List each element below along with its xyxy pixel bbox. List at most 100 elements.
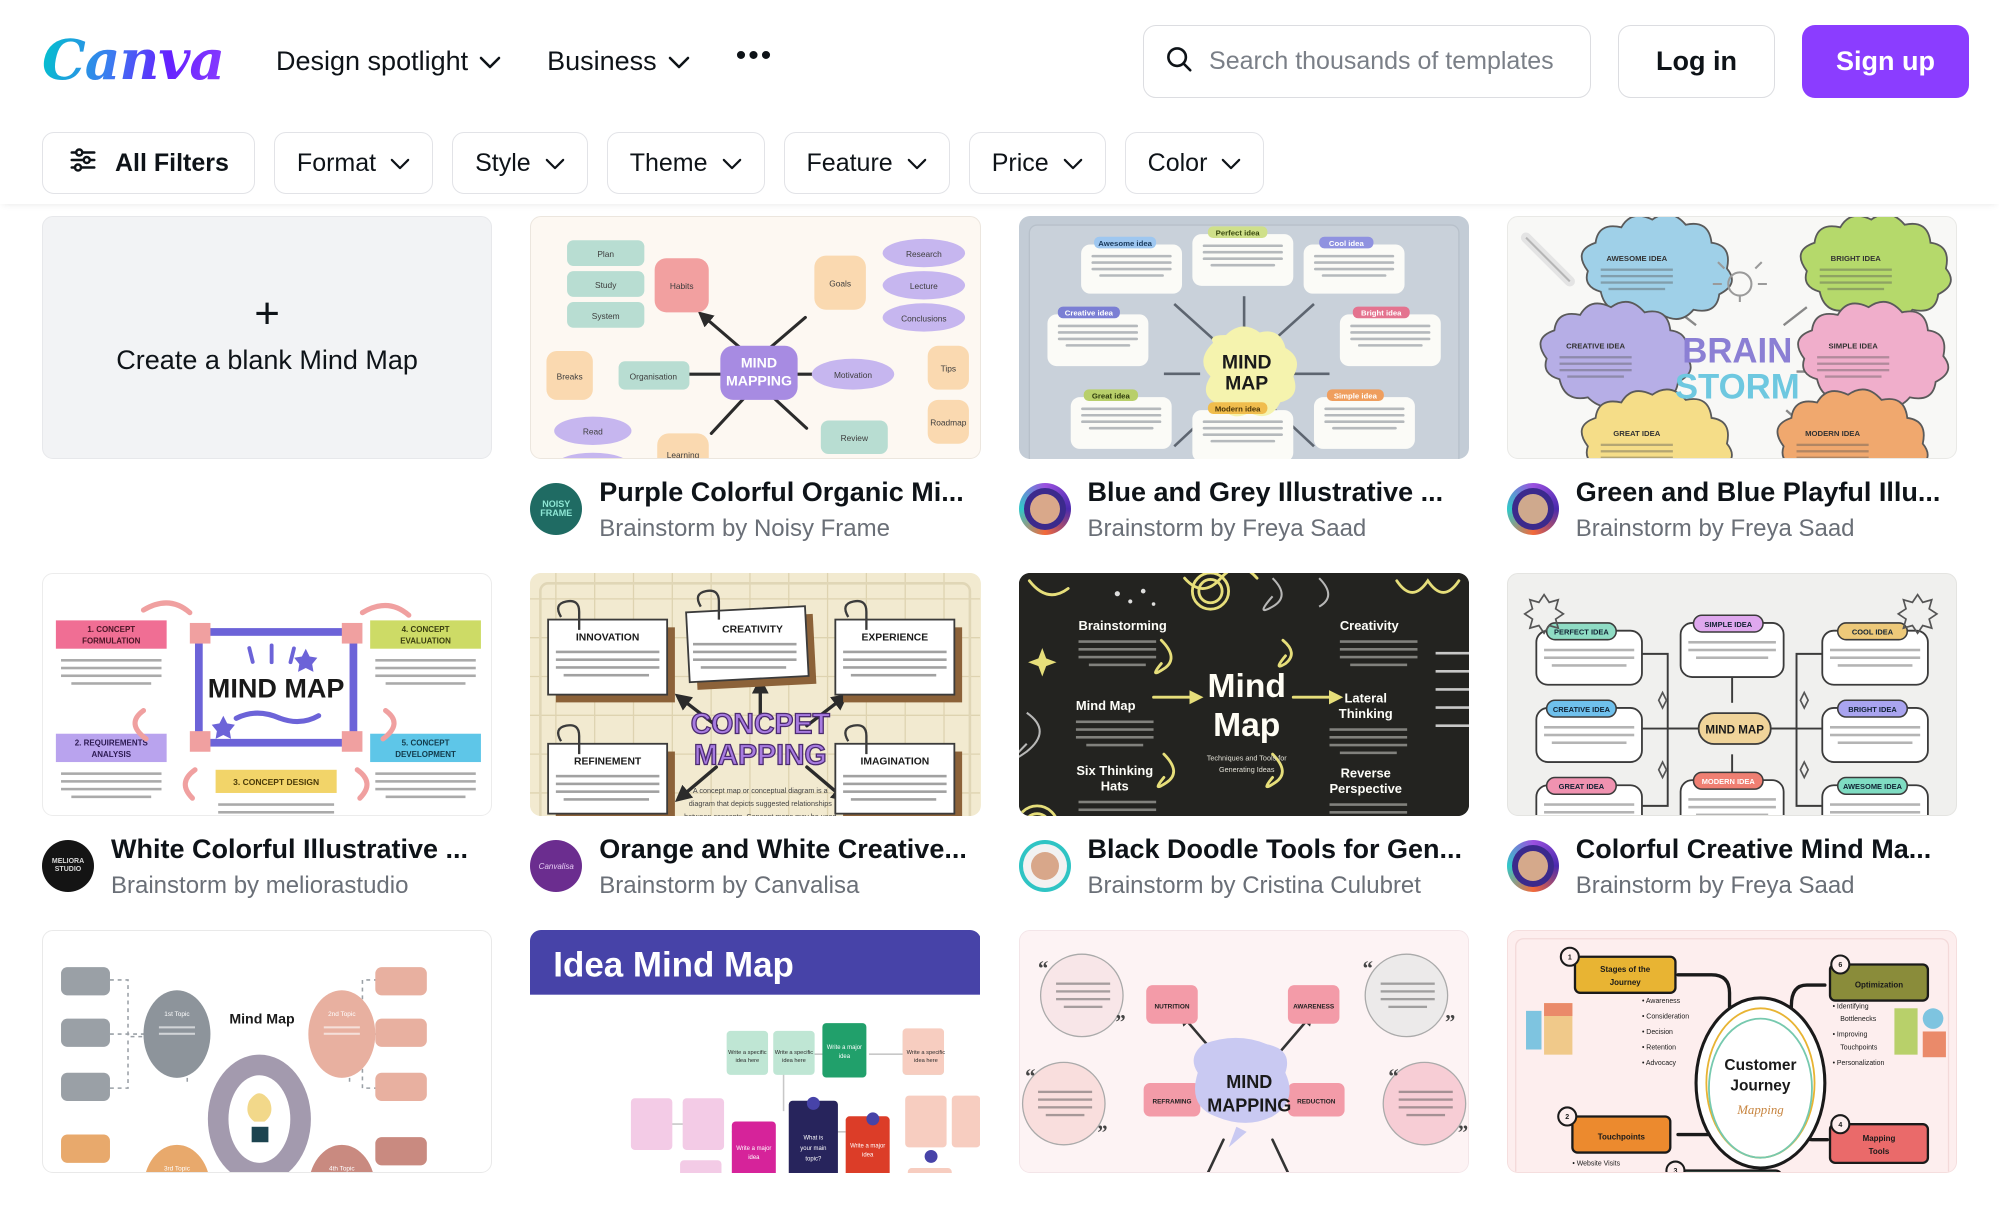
canva-logo[interactable]: Canva — [42, 27, 224, 96]
thumb-art-brainstorm-clouds: AWESOME IDEABRIGHT IDEA CREATIVE IDEASIM… — [1508, 217, 1956, 459]
svg-text:NUTRITION: NUTRITION — [1154, 1003, 1189, 1010]
svg-text:CONCPET: CONCPET — [691, 708, 831, 740]
template-thumbnail[interactable]: PERFECT IDEA CREATIVE IDEA GREAT IDEA SI… — [1507, 573, 1957, 816]
svg-text:Bright idea: Bright idea — [1361, 309, 1402, 318]
template-row-1: + Create a blank Mind Map — [42, 216, 1957, 543]
svg-text:FORMULATION: FORMULATION — [82, 636, 141, 645]
svg-text:ANALYSIS: ANALYSIS — [91, 750, 131, 759]
template-card[interactable]: MIND MAP Awesome idea Perfect idea Cool … — [1019, 216, 1469, 543]
all-filters-button[interactable]: All Filters — [42, 132, 255, 194]
thumb-art-concept-mapping: INNOVATIONCREATIVITYEXPERIENCE REFINEMEN… — [530, 573, 980, 816]
template-card[interactable]: MIND MAPPING PlanStudySystem — [530, 216, 980, 543]
filter-chip-feature[interactable]: Feature — [784, 132, 950, 194]
template-text: Purple Colorful Organic Mi... Brainstorm… — [599, 476, 964, 543]
search-input[interactable] — [1209, 47, 1570, 76]
svg-text:Habits: Habits — [670, 281, 694, 291]
template-card[interactable]: MIND MAPPING NUTRITIONAWARENESS REFRAMIN… — [1019, 930, 1469, 1173]
template-title[interactable]: Blue and Grey Illustrative ... — [1088, 476, 1444, 510]
template-title[interactable]: Purple Colorful Organic Mi... — [599, 476, 964, 510]
nav-business[interactable]: Business — [547, 46, 690, 77]
template-title[interactable]: Orange and White Creative... — [599, 833, 967, 867]
svg-text:BRIGHT IDEA: BRIGHT IDEA — [1848, 705, 1897, 714]
template-title[interactable]: Green and Blue Playful Illu... — [1576, 476, 1941, 510]
svg-text:Six Thinking: Six Thinking — [1076, 763, 1153, 778]
template-meta: Canvalisa Orange and White Creative... B… — [530, 833, 980, 900]
filter-chip-style[interactable]: Style — [452, 132, 588, 194]
svg-text:”: ” — [1097, 1122, 1107, 1144]
svg-text:“: “ — [1025, 1065, 1035, 1087]
template-card[interactable]: PERFECT IDEA CREATIVE IDEA GREAT IDEA SI… — [1507, 573, 1957, 900]
template-thumbnail[interactable]: Brainstorming Creativity Mind Map Latera… — [1019, 573, 1469, 816]
template-byline: Brainstorm by meliorastudio — [111, 872, 468, 900]
template-card[interactable]: Stages of theJourney Optimization Touchp… — [1507, 930, 1957, 1173]
svg-text:Read: Read — [583, 427, 603, 437]
nav-design-spotlight[interactable]: Design spotlight — [276, 46, 501, 77]
template-meta: Black Doodle Tools for Gen... Brainstorm… — [1019, 833, 1469, 900]
svg-text:2. REQUIREMENTS: 2. REQUIREMENTS — [75, 738, 148, 747]
svg-text:Generating Ideas: Generating Ideas — [1218, 765, 1274, 774]
filter-chip-price[interactable]: Price — [969, 132, 1106, 194]
template-card[interactable]: INNOVATIONCREATIVITYEXPERIENCE REFINEMEN… — [530, 573, 980, 900]
svg-text:1. CONCEPT: 1. CONCEPT — [87, 625, 135, 634]
filter-chip-color[interactable]: Color — [1125, 132, 1265, 194]
signup-button[interactable]: Sign up — [1802, 25, 1969, 98]
chevron-down-icon — [668, 46, 690, 77]
filter-bar: All Filters Format Style Theme Feature P… — [0, 122, 1999, 204]
svg-text:IMAGINATION: IMAGINATION — [861, 756, 930, 767]
svg-text:Touchpoints: Touchpoints — [1597, 1132, 1645, 1141]
svg-text:Reverse: Reverse — [1340, 765, 1390, 780]
template-thumbnail[interactable]: Mind Map 1st Topic2nd Topic 3rd Topic4th… — [42, 930, 492, 1173]
login-button[interactable]: Log in — [1618, 25, 1775, 98]
svg-text:Perspective: Perspective — [1329, 781, 1402, 796]
svg-text:3: 3 — [1673, 1167, 1677, 1173]
svg-text:• Advocacy: • Advocacy — [1642, 1059, 1677, 1066]
svg-text:• Website Visits: • Website Visits — [1572, 1160, 1620, 1167]
avatar[interactable] — [1019, 483, 1071, 535]
svg-text:Creativity: Creativity — [1339, 618, 1399, 633]
svg-text:Conclusions: Conclusions — [901, 313, 947, 323]
template-thumbnail[interactable]: Idea Mind Map — [530, 930, 980, 1173]
template-meta: MELIORASTUDIO White Colorful Illustrativ… — [42, 833, 492, 900]
template-title[interactable]: Black Doodle Tools for Gen... — [1088, 833, 1463, 867]
template-title[interactable]: Colorful Creative Mind Ma... — [1576, 833, 1932, 867]
template-thumbnail[interactable]: MIND MAP Awesome idea Perfect idea Cool … — [1019, 216, 1469, 459]
template-card[interactable]: Brainstorming Creativity Mind Map Latera… — [1019, 573, 1469, 900]
thumb-art-customer-journey: Stages of theJourney Optimization Touchp… — [1508, 931, 1956, 1173]
svg-text:REDUCTION: REDUCTION — [1297, 1098, 1336, 1105]
create-blank-tile[interactable]: + Create a blank Mind Map — [42, 216, 492, 459]
avatar[interactable]: Canvalisa — [530, 840, 582, 892]
filter-chip-format[interactable]: Format — [274, 132, 433, 194]
template-card[interactable]: AWESOME IDEABRIGHT IDEA CREATIVE IDEASIM… — [1507, 216, 1957, 543]
svg-text:• Personalization: • Personalization — [1832, 1059, 1884, 1066]
svg-text:EVALUATION: EVALUATION — [400, 636, 451, 645]
svg-text:MIND: MIND — [741, 356, 777, 372]
avatar[interactable] — [1507, 483, 1559, 535]
template-thumbnail[interactable]: Stages of theJourney Optimization Touchp… — [1507, 930, 1957, 1173]
avatar[interactable]: MELIORASTUDIO — [42, 840, 94, 892]
template-card[interactable]: Mind Map 1st Topic2nd Topic 3rd Topic4th… — [42, 930, 492, 1173]
filter-chip-theme[interactable]: Theme — [607, 132, 765, 194]
ellipsis-icon[interactable]: ••• — [736, 41, 774, 81]
avatar[interactable]: NOISYFRAME — [530, 483, 582, 535]
create-blank-card[interactable]: + Create a blank Mind Map — [42, 216, 492, 543]
template-byline: Brainstorm by Freya Saad — [1576, 515, 1941, 543]
template-thumbnail[interactable]: MIND MAPPING NUTRITIONAWARENESS REFRAMIN… — [1019, 930, 1469, 1173]
svg-text:Lateral: Lateral — [1344, 690, 1386, 705]
template-thumbnail[interactable]: INNOVATIONCREATIVITYEXPERIENCE REFINEMEN… — [530, 573, 980, 816]
template-title[interactable]: White Colorful Illustrative ... — [111, 833, 468, 867]
avatar[interactable] — [1019, 840, 1071, 892]
template-card[interactable]: MIND MAP 1. CONCEPT FORMULATION — [42, 573, 492, 900]
thumb-art-colorful-creative: PERFECT IDEA CREATIVE IDEA GREAT IDEA SI… — [1508, 574, 1956, 816]
search-bar[interactable] — [1143, 25, 1591, 98]
svg-text:Mapping: Mapping — [1862, 1133, 1895, 1142]
template-thumbnail[interactable]: MIND MAP 1. CONCEPT FORMULATION — [42, 573, 492, 816]
template-thumbnail[interactable]: MIND MAPPING PlanStudySystem — [530, 216, 980, 459]
avatar[interactable] — [1507, 840, 1559, 892]
template-thumbnail[interactable]: AWESOME IDEABRIGHT IDEA CREATIVE IDEASIM… — [1507, 216, 1957, 459]
svg-text:Customer: Customer — [1724, 1057, 1796, 1074]
chevron-down-icon — [479, 46, 501, 77]
template-card[interactable]: Idea Mind Map — [530, 930, 980, 1173]
svg-text:GREAT IDEA: GREAT IDEA — [1558, 782, 1604, 791]
thumb-art-idea-mind-map: Idea Mind Map — [530, 930, 980, 1173]
svg-text:Mind: Mind — [1207, 668, 1285, 705]
